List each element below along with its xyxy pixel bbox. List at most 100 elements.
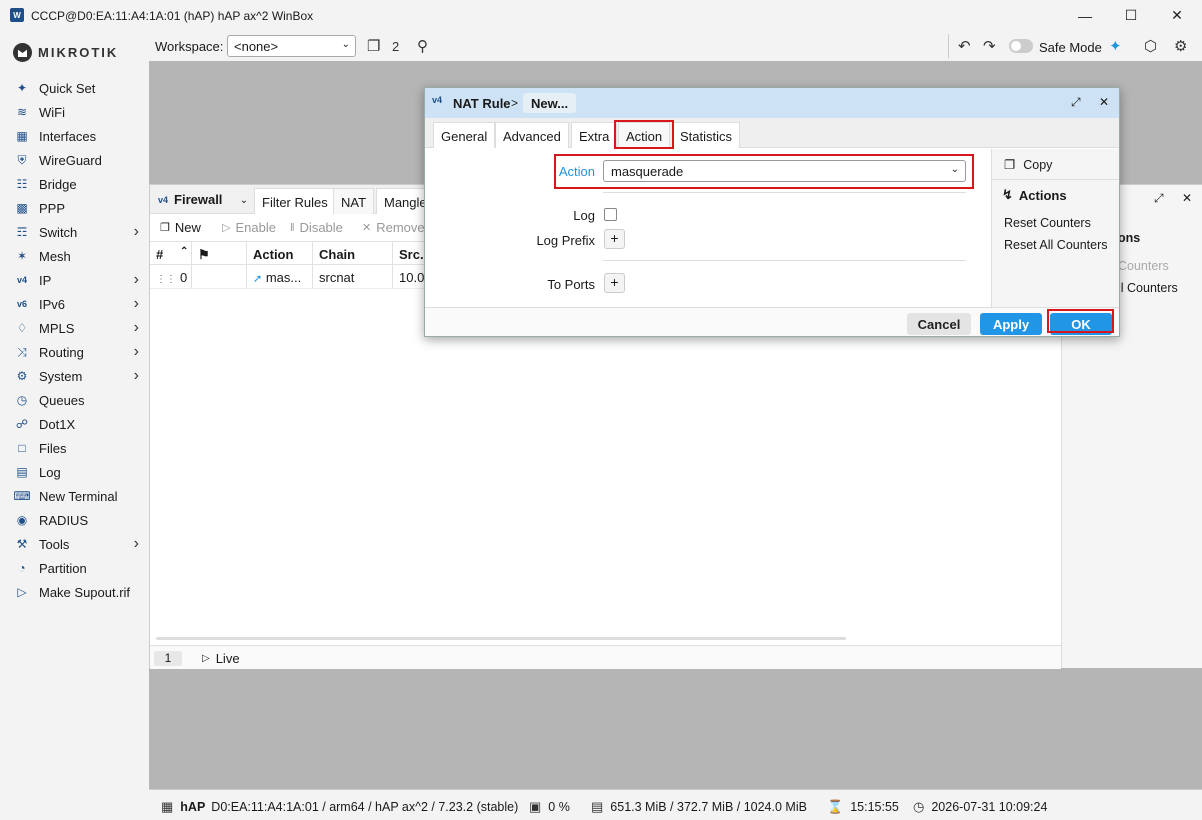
dot1x-icon: ☍ bbox=[15, 417, 29, 431]
sidebar-item-label: Interfaces bbox=[39, 128, 97, 144]
sidebar-item-interfaces[interactable]: ▦ Interfaces bbox=[0, 124, 149, 148]
expand-icon[interactable]: ⤢ bbox=[1154, 191, 1164, 206]
to-ports-add-button[interactable]: + bbox=[604, 273, 625, 293]
new-button[interactable]: ❐ New bbox=[160, 220, 201, 235]
sidebar-item-radius[interactable]: ◉ RADIUS bbox=[0, 508, 149, 532]
sidebar-item-label: Log bbox=[39, 464, 61, 480]
chevron-right-icon: › bbox=[133, 535, 139, 552]
cancel-button[interactable]: Cancel bbox=[907, 313, 971, 335]
apply-button[interactable]: Apply bbox=[980, 313, 1042, 335]
sidebar-item-queues[interactable]: ◷ Queues bbox=[0, 388, 149, 412]
cpu-icon: ▣ bbox=[529, 799, 542, 814]
close-icon[interactable]: ✕ bbox=[1182, 191, 1192, 205]
tab-extra[interactable]: Extra bbox=[571, 122, 618, 148]
copy-button[interactable]: ❐ Copy bbox=[1004, 157, 1052, 173]
dialog-form: Action masquerade ⌄ Log Log Prefix + To … bbox=[425, 149, 990, 307]
mesh-icon: ✶ bbox=[16, 249, 28, 263]
gear-icon: ⚙ bbox=[16, 369, 28, 383]
sidebar-item-ppp[interactable]: ▩ PPP bbox=[0, 196, 149, 220]
partition-icon: ◔ bbox=[18, 561, 26, 575]
tab-filter-rules[interactable]: Filter Rules bbox=[254, 188, 336, 214]
window-title: CCCP@D0:EA:11:A4:1A:01 (hAP) hAP ax^2 Wi… bbox=[31, 9, 314, 23]
sort-up-icon: ⌃ bbox=[180, 246, 189, 257]
drag-handle-icon[interactable]: ⋮⋮ bbox=[156, 274, 176, 285]
sidebar-item-label: WireGuard bbox=[39, 152, 102, 168]
column-number[interactable]: # ⌃ bbox=[150, 242, 192, 266]
sidebar-item-new-terminal[interactable]: ⌨ New Terminal bbox=[0, 484, 149, 508]
minimize-button[interactable]: — bbox=[1062, 0, 1108, 31]
close-window-button[interactable]: ✕ bbox=[1154, 0, 1200, 31]
undo-icon[interactable]: ↶ bbox=[958, 37, 971, 55]
mikrotik-logo: MIKROTIK bbox=[13, 43, 118, 62]
device-info: ▦ hAP D0:EA:11:A4:1A:01 / arm64 / hAP ax… bbox=[161, 799, 518, 815]
reset-counters-button[interactable]: Reset Counters bbox=[1004, 216, 1091, 230]
tab-advanced[interactable]: Advanced bbox=[495, 122, 569, 148]
workspace-label: Workspace: bbox=[155, 39, 224, 54]
redo-icon[interactable]: ↷ bbox=[983, 37, 996, 55]
firewall-menu-dropdown[interactable]: ⌄ bbox=[234, 189, 254, 211]
connect-icon[interactable]: ✦ bbox=[1109, 37, 1122, 55]
sidebar-item-system[interactable]: ⚙ System › bbox=[0, 364, 149, 388]
files-icon: □ bbox=[18, 441, 26, 455]
column-flags[interactable]: ⚑ bbox=[192, 242, 247, 266]
sidebar-item-log[interactable]: ▤ Log bbox=[0, 460, 149, 484]
column-action[interactable]: Action bbox=[247, 242, 313, 266]
sidebar-item-bridge[interactable]: ☷ Bridge bbox=[0, 172, 149, 196]
search-icon[interactable]: ⚲ bbox=[417, 37, 428, 55]
sidebar-menu: ✦ Quick Set ≋ WiFi ▦ Interfaces ⛨ WireGuard ☷ Bri… bbox=[0, 76, 149, 604]
log-icon: ▤ bbox=[16, 465, 28, 479]
ok-button[interactable]: OK bbox=[1050, 313, 1112, 335]
pause-icon: ‖ bbox=[290, 221, 295, 234]
sidebar-item-routing[interactable]: ⤨ Routing › bbox=[0, 340, 149, 364]
sidebar-item-partition[interactable]: ◔ Partition bbox=[0, 556, 149, 580]
sidebar-item-dot1x[interactable]: ☍ Dot1X bbox=[0, 412, 149, 436]
nat-rule-dialog: v4 NAT Rule > New... ⤢ ✕ General Advance… bbox=[424, 87, 1120, 337]
safe-mode-toggle[interactable] bbox=[1009, 39, 1033, 53]
uptime: ⌛ 15:15:55 bbox=[827, 799, 899, 814]
sidebar-item-wireguard[interactable]: ⛨ WireGuard bbox=[0, 148, 149, 172]
actions-header: ↯ Actions bbox=[1002, 187, 1067, 203]
log-prefix-add-button[interactable]: + bbox=[604, 229, 625, 249]
horizontal-scrollbar[interactable] bbox=[156, 637, 846, 640]
settings-gear-icon[interactable]: ⚙ bbox=[1174, 37, 1187, 55]
sidebar-item-mesh[interactable]: ✶ Mesh bbox=[0, 244, 149, 268]
live-button[interactable]: ▷ Live bbox=[202, 651, 240, 666]
sidebar-item-tools[interactable]: ⚒ Tools › bbox=[0, 532, 149, 556]
wand-icon: ✦ bbox=[16, 81, 28, 95]
bridge-icon: ☷ bbox=[16, 177, 28, 191]
lightning-icon: ↯ bbox=[1002, 187, 1013, 202]
sidebar-item-switch[interactable]: ☶ Switch › bbox=[0, 220, 149, 244]
disable-button[interactable]: ‖ Disable bbox=[290, 220, 343, 235]
remove-button[interactable]: ✕ Remove bbox=[362, 220, 425, 235]
reset-all-counters-button[interactable]: Reset All Counters bbox=[1004, 238, 1108, 252]
sidebar-item-ipv6[interactable]: v6 IPv6 › bbox=[0, 292, 149, 316]
chevron-right-icon: › bbox=[133, 271, 139, 288]
workspace-select[interactable]: <none> ⌄ bbox=[227, 35, 356, 57]
sidebar-item-wifi[interactable]: ≋ WiFi bbox=[0, 100, 149, 124]
tab-general[interactable]: General bbox=[433, 122, 496, 148]
package-icon[interactable]: ⬡ bbox=[1144, 37, 1157, 55]
close-icon[interactable]: ✕ bbox=[1099, 95, 1109, 109]
log-checkbox[interactable] bbox=[604, 208, 617, 221]
sidebar-item-mpls[interactable]: ♢ MPLS › bbox=[0, 316, 149, 340]
enable-button[interactable]: ▷ Enable bbox=[222, 220, 276, 235]
sidebar-item-files[interactable]: □ Files bbox=[0, 436, 149, 460]
expand-icon[interactable]: ⤢ bbox=[1071, 95, 1081, 110]
column-chain[interactable]: Chain bbox=[313, 242, 393, 266]
tab-statistics[interactable]: Statistics bbox=[672, 122, 741, 148]
tab-action[interactable]: Action bbox=[618, 122, 671, 148]
sidebar-item-quick-set[interactable]: ✦ Quick Set bbox=[0, 76, 149, 100]
sidebar-item-make-supout-rif[interactable]: ▷ Make Supout.rif bbox=[0, 580, 149, 604]
maximize-button[interactable]: ☐ bbox=[1108, 0, 1154, 31]
action-select[interactable]: masquerade ⌄ bbox=[603, 160, 966, 182]
sidebar-item-ip[interactable]: v4 IP › bbox=[0, 268, 149, 292]
sidebar-item-label: IPv6 bbox=[39, 296, 66, 312]
tools-icon: ⚒ bbox=[16, 537, 28, 551]
sidebar-item-label: Mesh bbox=[39, 248, 71, 264]
play-icon: ▷ bbox=[222, 222, 231, 234]
tab-nat[interactable]: NAT bbox=[333, 188, 375, 214]
interfaces-icon: ▦ bbox=[16, 129, 28, 143]
ipv6-icon: v6 bbox=[16, 299, 27, 309]
windows-icon[interactable]: ❐ bbox=[367, 37, 380, 55]
sidebar-item-label: New Terminal bbox=[39, 488, 118, 504]
